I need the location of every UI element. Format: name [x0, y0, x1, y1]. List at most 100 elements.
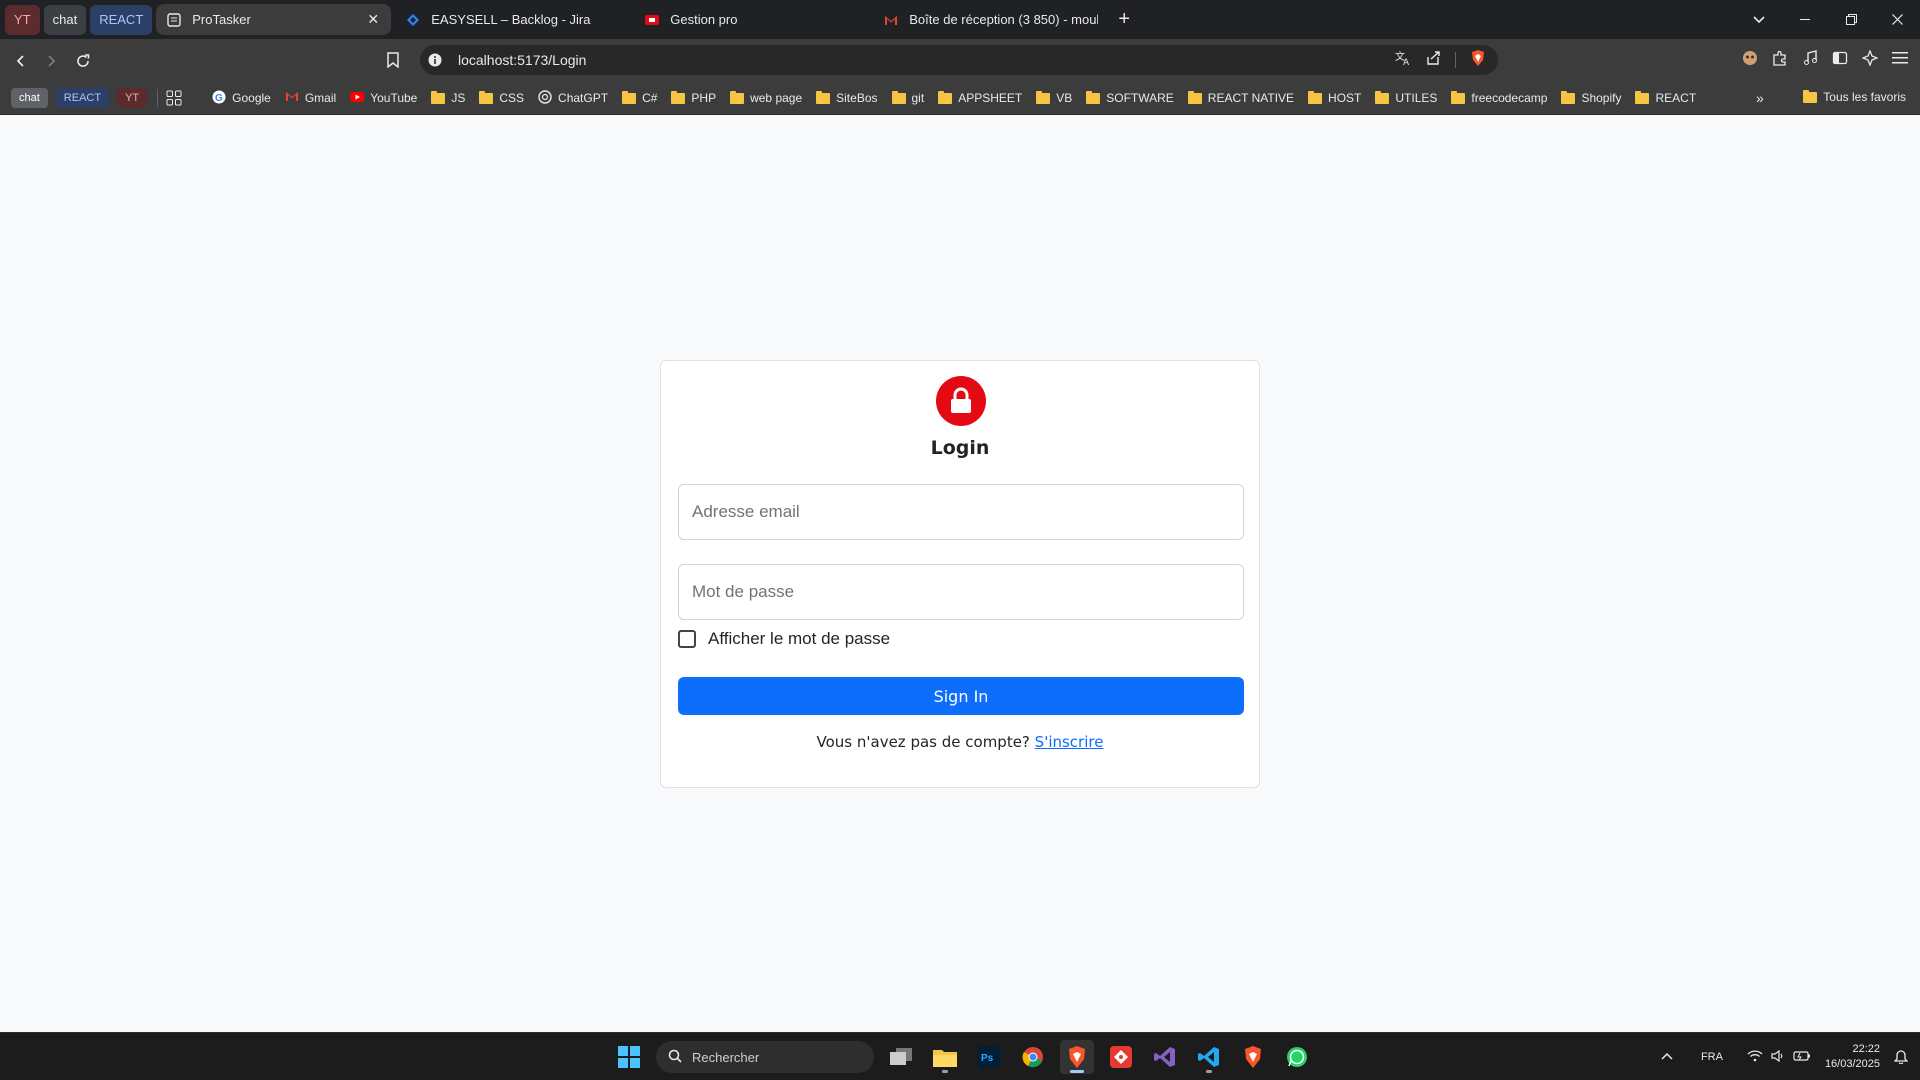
battery-icon[interactable]: [1793, 1050, 1811, 1065]
url-text[interactable]: localhost:5173/Login: [458, 52, 1395, 68]
bookmark-folder-vb[interactable]: VB: [1036, 90, 1073, 105]
translate-icon[interactable]: 文A: [1395, 50, 1411, 71]
bookmark-youtube[interactable]: YouTube: [350, 91, 417, 105]
all-bookmarks-label: Tous les favoris: [1823, 90, 1906, 104]
gestion-pro-icon: [644, 12, 660, 28]
bookmark-folder-utiles[interactable]: UTILES: [1375, 90, 1438, 105]
address-bar[interactable]: localhost:5173/Login 文A: [420, 45, 1498, 75]
bookmark-folder-software[interactable]: SOFTWARE: [1086, 90, 1174, 105]
minimize-button[interactable]: [1782, 0, 1828, 39]
media-music-icon[interactable]: [1802, 49, 1818, 71]
clock[interactable]: 22:22 16/03/2025: [1825, 1042, 1880, 1072]
bookmark-label: YouTube: [370, 91, 418, 105]
bookmark-chatgpt[interactable]: ChatGPT: [538, 89, 608, 107]
bookmark-folder-web-page[interactable]: web page: [730, 90, 803, 105]
whatsapp-icon[interactable]: [1280, 1040, 1314, 1074]
bookmark-gmail[interactable]: Gmail: [285, 91, 336, 105]
taskbar-search[interactable]: Rechercher: [656, 1041, 874, 1073]
bookmark-folder-appsheet[interactable]: APPSHEET: [938, 90, 1022, 105]
visual-studio-icon[interactable]: [1148, 1040, 1182, 1074]
bookmark-folder-js[interactable]: JS: [431, 90, 465, 105]
show-password-checkbox[interactable]: [678, 630, 696, 648]
more-bookmarks-button[interactable]: »: [1756, 90, 1764, 106]
bookmark-label: REACT: [1655, 91, 1697, 105]
bookmark-folder-shopify[interactable]: Shopify: [1561, 90, 1621, 105]
forward-button[interactable]: [36, 46, 66, 76]
file-explorer-icon[interactable]: [928, 1040, 962, 1074]
bookmark-folder-git[interactable]: git: [891, 90, 924, 105]
folder-icon: [1561, 90, 1576, 104]
tab-search-chevron-icon[interactable]: [1736, 0, 1782, 39]
bookmark-group-chat[interactable]: chat: [11, 88, 48, 108]
bookmark-folder-sitebos[interactable]: SiteBos: [816, 90, 878, 105]
leo-ai-icon[interactable]: [1861, 48, 1879, 71]
bookmarks-bar: chat REACT YT G Google Gmail YouTube JS …: [0, 82, 1920, 115]
bookmark-google[interactable]: G Google: [212, 90, 271, 107]
bookmark-label: Gmail: [304, 91, 337, 105]
bookmark-folder-host[interactable]: HOST: [1308, 90, 1361, 105]
reload-button[interactable]: [68, 46, 98, 76]
bookmark-folder-freecodecamp[interactable]: freecodecamp: [1451, 90, 1548, 105]
password-field[interactable]: Mot de passe: [678, 564, 1244, 620]
bookmark-group-yt[interactable]: YT: [117, 88, 148, 108]
bookmark-label: web page: [750, 91, 803, 105]
bookmark-label: REACT NATIVE: [1207, 91, 1295, 105]
tab-group-yt[interactable]: YT: [5, 4, 40, 35]
taskbar-apps: Rechercher Ps: [612, 1033, 1314, 1080]
notifications-icon[interactable]: [1893, 1048, 1909, 1067]
bookmark-group-react[interactable]: REACT: [55, 88, 110, 108]
gmail-icon: [285, 91, 299, 105]
bookmark-label: UTILES: [1395, 91, 1438, 105]
back-button[interactable]: [6, 46, 36, 76]
close-window-button[interactable]: [1874, 0, 1920, 39]
site-info-icon[interactable]: [420, 53, 450, 67]
email-field[interactable]: Adresse email: [678, 484, 1244, 540]
vpn-extension-icon[interactable]: [1742, 50, 1758, 71]
sidebar-toggle-icon[interactable]: [1832, 50, 1848, 71]
brave-shields-icon[interactable]: [1470, 49, 1486, 72]
input-language[interactable]: FRA: [1701, 1051, 1723, 1063]
bookmark-folder-css[interactable]: CSS: [479, 90, 524, 105]
menu-hamburger-icon[interactable]: [1892, 51, 1908, 70]
bookmark-folder-php[interactable]: PHP: [671, 90, 716, 105]
restore-button[interactable]: [1828, 0, 1874, 39]
vscode-icon[interactable]: [1192, 1040, 1226, 1074]
bookmark-folder-react[interactable]: REACT: [1635, 90, 1697, 105]
new-tab-button[interactable]: +: [1110, 6, 1138, 34]
chrome-icon[interactable]: [1016, 1040, 1050, 1074]
task-view-icon[interactable]: [884, 1040, 918, 1074]
bookmark-label: VB: [1056, 91, 1073, 105]
bookmark-divider: [157, 89, 159, 107]
bookmark-page-icon[interactable]: [387, 52, 399, 73]
all-bookmarks-folder[interactable]: Tous les favoris: [1803, 89, 1906, 104]
bookmark-folder-csharp[interactable]: C#: [622, 90, 657, 105]
bookmark-folder-react-native[interactable]: REACT NATIVE: [1187, 90, 1295, 105]
extensions-puzzle-icon[interactable]: [1772, 50, 1788, 71]
tab-gmail[interactable]: Boîte de réception (3 850) - mouhar: [873, 4, 1108, 35]
git-app-icon[interactable]: [1104, 1040, 1138, 1074]
brave-beta-icon[interactable]: [1236, 1040, 1270, 1074]
bookmark-label: freecodecamp: [1471, 91, 1548, 105]
tab-jira[interactable]: EASYSELL – Backlog - Jira: [395, 4, 630, 35]
tab-group-react[interactable]: REACT: [90, 4, 153, 35]
apps-grid-icon[interactable]: [166, 90, 182, 106]
folder-icon: [1086, 90, 1101, 104]
search-icon: [668, 1049, 682, 1066]
windows-start-icon[interactable]: [612, 1040, 646, 1074]
photoshop-icon[interactable]: Ps: [972, 1040, 1006, 1074]
show-password-label[interactable]: Afficher le mot de passe: [708, 629, 890, 649]
show-hidden-icons-chevron-icon[interactable]: [1661, 1051, 1673, 1063]
register-link[interactable]: S'inscrire: [1035, 733, 1104, 751]
wifi-icon[interactable]: [1747, 1049, 1763, 1065]
folder-icon: [479, 90, 494, 104]
show-password-row[interactable]: Afficher le mot de passe: [678, 629, 890, 649]
sign-in-button[interactable]: Sign In: [678, 677, 1244, 715]
share-icon[interactable]: [1425, 50, 1441, 71]
tab-gestion-pro[interactable]: Gestion pro: [634, 4, 869, 35]
volume-icon[interactable]: [1771, 1049, 1785, 1065]
tab-protasker[interactable]: ProTasker ✕: [156, 4, 392, 35]
tab-group-chat[interactable]: chat: [43, 4, 87, 35]
brave-browser-icon[interactable]: [1060, 1040, 1094, 1074]
tab-title: Gestion pro: [670, 12, 738, 27]
close-tab-icon[interactable]: ✕: [365, 11, 381, 28]
